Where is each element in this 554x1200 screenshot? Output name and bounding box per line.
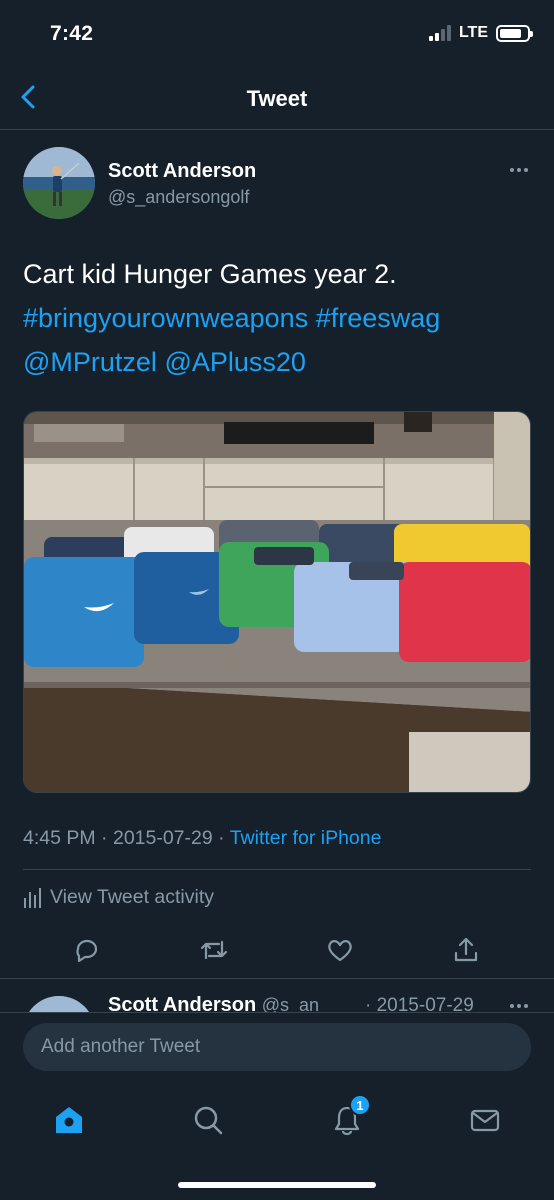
tweet-actions: [0, 930, 554, 970]
reply-compose-bar: Add another Tweet: [0, 1012, 554, 1082]
tweet-photo[interactable]: [23, 411, 531, 793]
tweet-text: Cart kid Hunger Games year 2. #bringyour…: [23, 252, 533, 384]
share-button[interactable]: [446, 930, 486, 970]
home-icon: [56, 1107, 82, 1133]
battery-icon: [496, 24, 533, 42]
tab-messages[interactable]: [465, 1100, 505, 1140]
author-handle[interactable]: @s_andersongolf: [108, 187, 249, 208]
tweet-body: Cart kid Hunger Games year 2.: [23, 259, 397, 289]
retweet-icon: [200, 940, 228, 960]
home-indicator: [178, 1182, 376, 1188]
network-label: LTE: [458, 24, 488, 41]
meta-separator: ·: [101, 827, 108, 849]
hashtag-link[interactable]: #freeswag: [316, 303, 441, 333]
avatar[interactable]: [23, 147, 95, 219]
status-time: 7:42: [50, 22, 94, 45]
retweet-button[interactable]: [194, 930, 234, 970]
like-button[interactable]: [320, 930, 360, 970]
activity-chart-icon: [24, 887, 41, 908]
status-indicators: LTE: [428, 24, 533, 42]
share-icon: [454, 937, 478, 962]
mention-link[interactable]: @APluss20: [164, 347, 305, 377]
tab-home[interactable]: [49, 1100, 89, 1140]
hashtag-link[interactable]: #bringyourownweapons: [23, 303, 308, 333]
search-icon: [194, 1106, 223, 1135]
view-tweet-activity-button[interactable]: View Tweet activity: [23, 886, 214, 909]
tab-search[interactable]: [188, 1100, 228, 1140]
reply-icon: [76, 939, 98, 963]
nav-bar: Tweet: [0, 70, 554, 130]
tweet-meta: 4:45 PM · 2015-07-29 · Twitter for iPhon…: [23, 827, 381, 850]
tweet-date: 2015-07-29: [112, 827, 213, 849]
mail-icon: [470, 1109, 500, 1132]
more-options-icon[interactable]: [510, 168, 528, 172]
reply-button[interactable]: [67, 930, 107, 970]
reply-author-name: Scott Anderson: [108, 994, 257, 1014]
reply-tweet-preview[interactable]: Scott Anderson @s_an · 2015-07-29: [0, 978, 554, 1014]
heart-icon: [328, 940, 352, 962]
author-name[interactable]: Scott Anderson: [108, 160, 256, 183]
divider: [23, 869, 531, 870]
reply-author[interactable]: Scott Anderson @s_an: [108, 994, 319, 1014]
page-title: Tweet: [246, 86, 308, 111]
more-options-icon[interactable]: [510, 1004, 528, 1008]
status-bar: 7:42 LTE: [0, 0, 554, 70]
meta-separator: ·: [218, 827, 225, 849]
mention-link[interactable]: @MPrutzel: [23, 347, 157, 377]
tab-notifications[interactable]: 1: [327, 1094, 371, 1140]
signal-icon: [428, 25, 451, 41]
notification-badge: 1: [349, 1094, 371, 1116]
tweet-time: 4:45 PM: [23, 827, 96, 849]
add-tweet-input[interactable]: Add another Tweet: [23, 1023, 531, 1071]
tweet-source-link[interactable]: Twitter for iPhone: [230, 827, 382, 849]
activity-label: View Tweet activity: [50, 886, 215, 908]
